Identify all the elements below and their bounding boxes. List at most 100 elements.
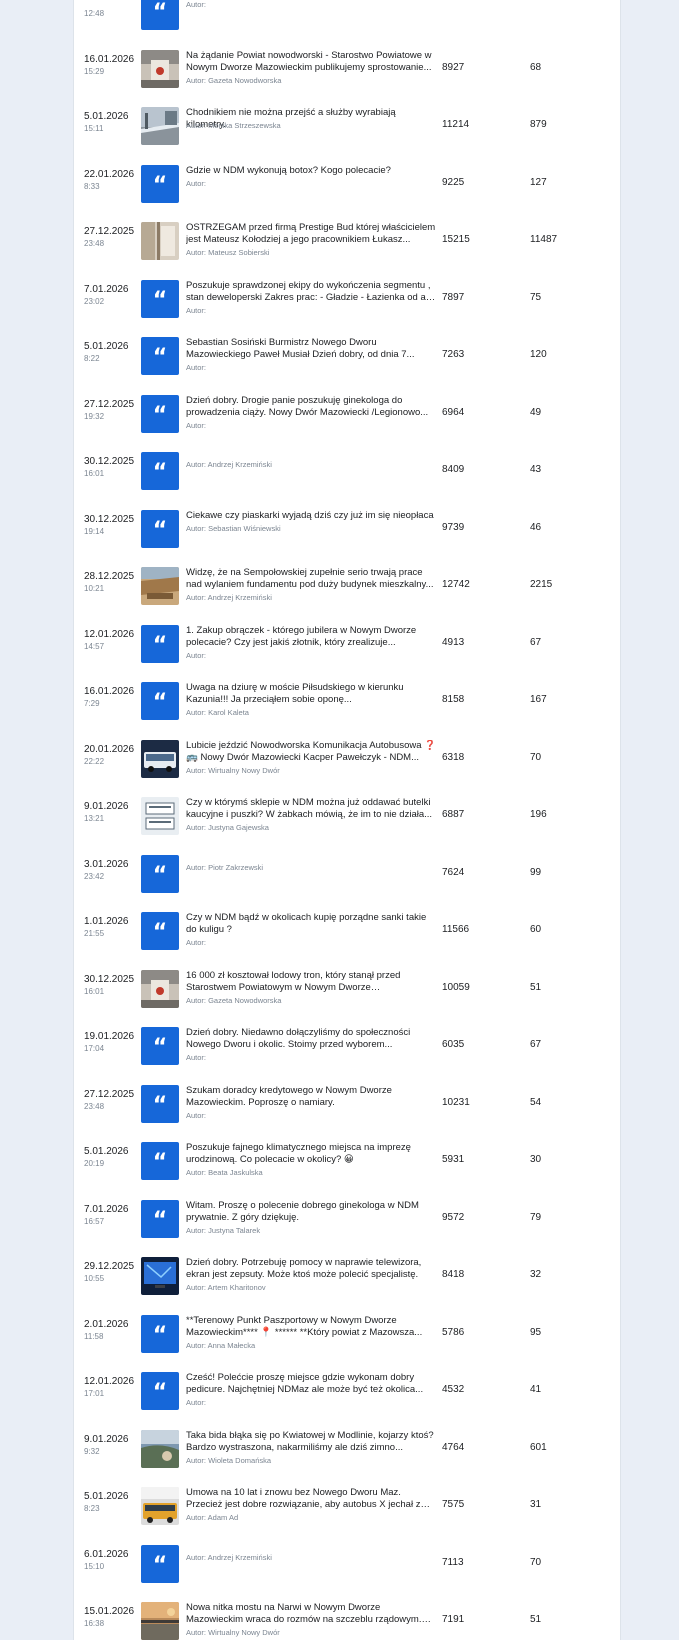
post-title-link[interactable]: Witam. Proszę o polecenie dobrego gineko… bbox=[186, 1200, 436, 1224]
quote-icon[interactable]: “ bbox=[141, 1199, 179, 1238]
quote-icon[interactable]: “ bbox=[141, 1372, 179, 1410]
svg-text:“: “ bbox=[153, 460, 167, 485]
post-row[interactable]: 15.01.2026 16:38 Nowa nitka mostu na Narwi… bbox=[74, 1588, 620, 1640]
quote-icon[interactable]: “ bbox=[141, 164, 179, 203]
post-title-link[interactable]: Szukam doradcy kredytowego w Nowym Dworz… bbox=[186, 1085, 436, 1109]
quote-icon[interactable]: “ bbox=[141, 452, 179, 490]
post-row[interactable]: 30.12.2025 16:01 16 000 zł kosztował lodow… bbox=[74, 956, 620, 1014]
post-title-link[interactable]: Uwaga na dziurę w moście Piłsudskiego w … bbox=[186, 682, 436, 706]
svg-text:“: “ bbox=[153, 173, 167, 198]
post-row[interactable]: 6.01.2026 15:10 “ Autor: Andrzej Krzemiński… bbox=[74, 1531, 620, 1589]
views-count: 7897 bbox=[442, 291, 465, 303]
post-title-link[interactable]: Na żądanie Powiat nowodworski - Starostw… bbox=[186, 50, 436, 74]
post-row[interactable]: 5.01.2026 20:19 “ Poszukuje fajnego klimaty… bbox=[74, 1128, 620, 1186]
post-title-link[interactable]: Cześć! Polećcie proszę miejsce gdzie wyk… bbox=[186, 1372, 436, 1396]
post-title-link[interactable]: Dzień dobry. Potrzebuję pomocy w naprawi… bbox=[186, 1257, 436, 1281]
post-row[interactable]: 20.01.2026 22:22 Lubicie jeździć Nowodwors… bbox=[74, 726, 620, 784]
post-author: Autor: Justyna Gajewska bbox=[186, 823, 269, 832]
views-count: 7191 bbox=[442, 1614, 465, 1625]
post-title-link[interactable]: Ciekawe czy piaskarki wyjadą dziś czy ju… bbox=[186, 510, 436, 522]
quote-icon[interactable]: “ bbox=[141, 509, 179, 548]
post-row[interactable]: 30.12.2025 16:01 “ Autor: Andrzej Krzemińsk… bbox=[74, 438, 620, 496]
quote-icon[interactable]: “ bbox=[141, 394, 179, 433]
post-row[interactable]: 2.01.2026 11:58 “ **Terenowy Punkt Paszport… bbox=[74, 1301, 620, 1359]
post-thumbnail[interactable] bbox=[141, 567, 179, 605]
post-thumbnail[interactable] bbox=[141, 1257, 179, 1295]
post-row[interactable]: 9.01.2026 13:21 Czy w którymś sklepie w ND… bbox=[74, 783, 620, 841]
post-row[interactable]: 16.01.2026 7:29 “ Uwaga na dziurę w moście … bbox=[74, 668, 620, 726]
post-row[interactable]: 12:48 “ Autor: bbox=[74, 0, 620, 36]
post-thumbnail[interactable] bbox=[141, 739, 179, 778]
quote-icon[interactable]: “ bbox=[141, 682, 179, 720]
post-thumbnail[interactable] bbox=[141, 49, 179, 88]
svg-text:“: “ bbox=[153, 1208, 167, 1233]
post-title-link[interactable]: Umowa na 10 lat i znowu bez Nowego Dworu… bbox=[186, 1487, 436, 1511]
quote-icon[interactable]: “ bbox=[141, 1027, 179, 1065]
post-row[interactable]: 5.01.2026 8:23 Umowa na 10 lat i znowu bez… bbox=[74, 1473, 620, 1531]
post-thumbnail[interactable] bbox=[141, 107, 179, 145]
post-row[interactable]: 27.12.2025 23:48 “ Szukam doradcy kredytowe… bbox=[74, 1071, 620, 1129]
svg-text:“: “ bbox=[153, 403, 167, 428]
post-title-link[interactable]: Dzień dobry. Niedawno dołączyliśmy do sp… bbox=[186, 1027, 436, 1051]
post-title-link[interactable]: Gdzie w NDM wykonują botox? Kogo polecac… bbox=[186, 165, 436, 177]
post-title-link[interactable]: Dzień dobry. Drogie panie poszukuję gine… bbox=[186, 395, 436, 419]
post-author: Autor: Adam Ad bbox=[186, 1513, 239, 1522]
post-title-link[interactable]: Sebastian Sosiński Burmistrz Nowego Dwor… bbox=[186, 337, 436, 361]
quote-icon[interactable]: “ bbox=[141, 1084, 179, 1123]
post-row[interactable]: 5.01.2026 15:11 Chodnikiem nie można przej… bbox=[74, 93, 620, 151]
post-thumbnail[interactable] bbox=[141, 1602, 179, 1640]
quote-icon[interactable]: “ bbox=[141, 0, 179, 30]
post-title-link[interactable]: OSTRZEGAM przed firmą Prestige Bud które… bbox=[186, 222, 436, 246]
post-title-link[interactable]: 16 000 zł kosztował lodowy tron, który s… bbox=[186, 970, 436, 994]
quote-icon[interactable]: “ bbox=[141, 624, 179, 663]
post-row[interactable]: 30.12.2025 19:14 “ Ciekawe czy piaskarki wy… bbox=[74, 496, 620, 554]
post-title-link[interactable]: Widzę, że na Sempołowskiej zupełnie seri… bbox=[186, 567, 436, 591]
post-title-link[interactable]: Lubicie jeździć Nowodworska Komunikacja … bbox=[186, 740, 436, 764]
comments-count: 30 bbox=[530, 1154, 542, 1165]
post-title-link[interactable]: Taka bida błąka się po Kwiatowej w Modli… bbox=[186, 1430, 436, 1454]
post-author: Autor: Andrzej Krzemiński bbox=[186, 460, 272, 469]
quote-icon[interactable]: “ bbox=[141, 1544, 179, 1583]
post-thumbnail[interactable] bbox=[141, 222, 179, 260]
post-row[interactable]: 1.01.2026 21:55 “ Czy w NDM bądź w okolicac… bbox=[74, 898, 620, 956]
post-row[interactable]: 27.12.2025 23:48 OSTRZEGAM przed firmą Pre… bbox=[74, 208, 620, 266]
post-row[interactable]: 28.12.2025 10:21 Widzę, że na Sempołowskie… bbox=[74, 553, 620, 611]
post-author: Autor: bbox=[186, 305, 207, 315]
post-row[interactable]: 3.01.2026 23:42 “ Autor: Piotr Zakrzewski 76… bbox=[74, 841, 620, 899]
post-date: 30.12.2025 bbox=[84, 456, 135, 467]
quote-icon[interactable]: “ bbox=[141, 912, 179, 950]
post-title-link[interactable]: Czy w którymś sklepie w NDM można już od… bbox=[186, 797, 436, 821]
post-title-link[interactable]: Nowa nitka mostu na Narwi w Nowym Dworze… bbox=[186, 1602, 436, 1626]
views-count: 5786 bbox=[442, 1326, 465, 1338]
post-row[interactable]: 22.01.2026 8:33 “ Gdzie w NDM wykonują boto… bbox=[74, 151, 620, 209]
post-row[interactable]: 16.01.2026 15:29 Na żądanie Powiat nowodwo… bbox=[74, 36, 620, 94]
quote-icon[interactable]: “ bbox=[141, 1314, 179, 1353]
svg-text:“: “ bbox=[153, 633, 167, 658]
post-row[interactable]: 29.12.2025 10:55 Dzień dobry. Potrzebuję p… bbox=[74, 1243, 620, 1301]
post-thumbnail[interactable] bbox=[141, 1429, 179, 1468]
post-row[interactable]: 9.01.2026 9:32 Taka bida błąka się po Kwia… bbox=[74, 1416, 620, 1474]
post-title-link[interactable]: **Terenowy Punkt Paszportowy w Nowym Dwo… bbox=[186, 1315, 436, 1339]
comments-count: 99 bbox=[530, 866, 542, 878]
post-thumbnail[interactable] bbox=[141, 969, 179, 1008]
post-title-link[interactable]: 1. Zakup obrączek - którego jubilera w N… bbox=[186, 625, 436, 649]
comments-count: 54 bbox=[530, 1096, 542, 1108]
post-title-link[interactable]: Poszukuje sprawdzonej ekipy do wykończen… bbox=[186, 280, 436, 304]
quote-icon[interactable]: “ bbox=[141, 279, 179, 318]
views-count: 9739 bbox=[442, 521, 465, 533]
post-row[interactable]: 12.01.2026 17:01 “ Cześć! Polećcie proszę m… bbox=[74, 1358, 620, 1416]
quote-icon[interactable]: “ bbox=[141, 854, 179, 893]
post-title-link[interactable]: Czy w NDM bądź w okolicach kupię porządn… bbox=[186, 912, 436, 936]
post-row[interactable]: 19.01.2026 17:04 “ Dzień dobry. Niedawno do… bbox=[74, 1013, 620, 1071]
post-row[interactable]: 5.01.2026 8:22 “ Sebastian Sosiński Burmist… bbox=[74, 323, 620, 381]
quote-icon[interactable]: “ bbox=[141, 337, 179, 375]
quote-icon[interactable]: “ bbox=[141, 1142, 179, 1180]
post-title-link[interactable]: Poszukuje fajnego klimatycznego miejsca … bbox=[186, 1142, 436, 1166]
post-date: 7.01.2026 bbox=[84, 283, 129, 295]
post-thumbnail[interactable] bbox=[141, 797, 179, 835]
post-row[interactable]: 7.01.2026 16:57 “ Witam. Proszę o polecenie… bbox=[74, 1186, 620, 1244]
post-row[interactable]: 27.12.2025 19:32 “ Dzień dobry. Drogie pani… bbox=[74, 381, 620, 439]
post-thumbnail[interactable] bbox=[141, 1487, 179, 1525]
post-row[interactable]: 7.01.2026 23:02 “ Poszukuje sprawdzonej eki… bbox=[74, 266, 620, 324]
post-row[interactable]: 12.01.2026 14:57 “ 1. Zakup obrączek - któr… bbox=[74, 611, 620, 669]
